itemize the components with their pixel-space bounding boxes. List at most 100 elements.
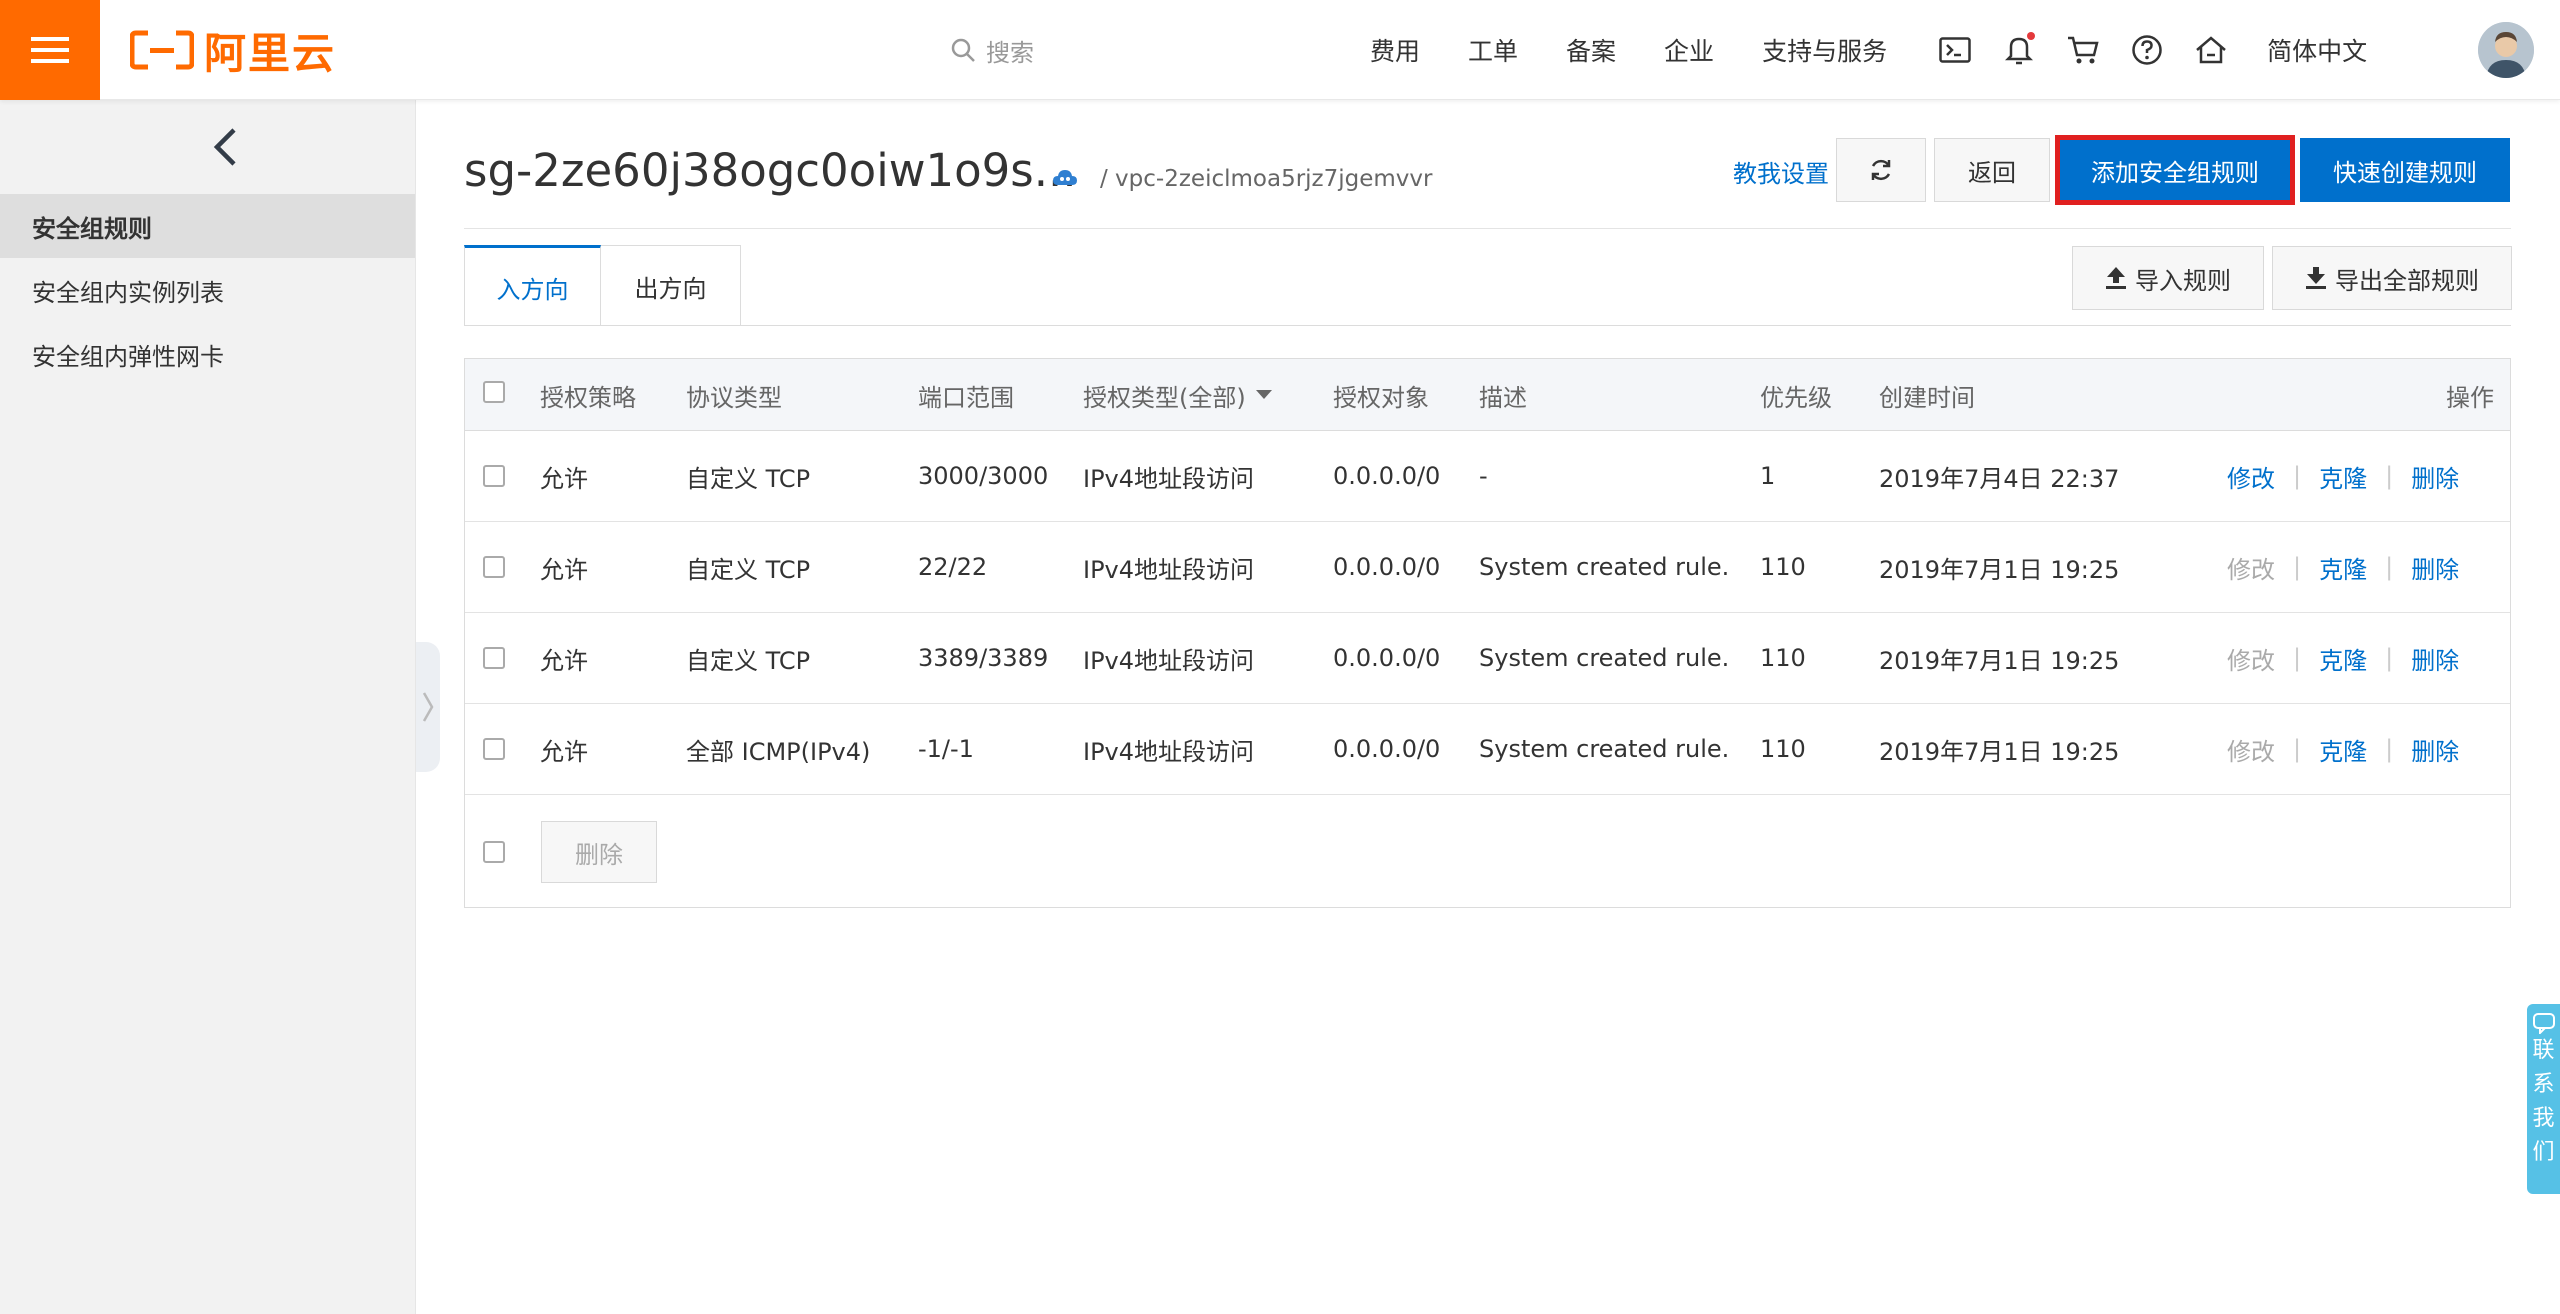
home-icon[interactable]	[2191, 30, 2231, 70]
notification-dot	[2027, 32, 2036, 40]
cell-priority: 110	[1760, 644, 1806, 672]
clone-link[interactable]: 克隆	[2319, 459, 2367, 494]
quick-create-rule-button[interactable]: 快速创建规则	[2300, 138, 2510, 202]
cart-icon[interactable]	[2063, 30, 2103, 70]
top-nav: 费用 工单 备案 企业 支持与服务 简体中文	[1370, 0, 2415, 100]
table-row: 允许 自定义 TCP 22/22 IPv4地址段访问 0.0.0.0/0 Sys…	[465, 522, 2510, 613]
action-separator: |	[2293, 735, 2302, 763]
contact-char: 们	[2532, 1140, 2555, 1165]
cell-description: System created rule.	[1479, 553, 1730, 581]
page-title: sg-2ze60j38ogc0oiw1o9s...	[464, 144, 1077, 197]
chevron-left-icon	[213, 128, 236, 166]
column-operations: 操作	[2446, 383, 2494, 412]
row-checkbox[interactable]	[483, 556, 505, 578]
back-button[interactable]: 返回	[1934, 138, 2050, 202]
edit-link: 修改	[2227, 555, 2275, 584]
add-security-rule-button[interactable]: 添加安全组规则	[2055, 135, 2295, 205]
table-row: 允许 自定义 TCP 3389/3389 IPv4地址段访问 0.0.0.0/0…	[465, 613, 2510, 704]
select-all-checkbox[interactable]	[483, 381, 505, 403]
contact-us-tab[interactable]: 联 系 我 们	[2527, 1004, 2560, 1194]
cell-description: System created rule.	[1479, 735, 1730, 763]
menu-icon[interactable]	[0, 0, 100, 100]
import-rules-button[interactable]: 导入规则	[2072, 246, 2264, 310]
clone-link[interactable]: 克隆	[2319, 550, 2367, 585]
nav-tickets[interactable]: 工单	[1468, 32, 1518, 68]
column-auth-type-filter[interactable]: 授权类型(全部)	[1083, 359, 1272, 431]
table-row: 允许 自定义 TCP 3000/3000 IPv4地址段访问 0.0.0.0/0…	[465, 431, 2510, 522]
select-all-footer-checkbox[interactable]	[483, 841, 505, 863]
vpc-breadcrumb[interactable]: / vpc-2zeiclmoa5rjz7jgemvvr	[1100, 166, 1432, 192]
nav-support[interactable]: 支持与服务	[1762, 32, 1887, 68]
sidebar-toggle-handle[interactable]	[416, 642, 440, 772]
nav-billing[interactable]: 费用	[1370, 32, 1420, 68]
cell-description: System created rule.	[1479, 644, 1730, 672]
cell-protocol: 自定义 TCP	[686, 464, 811, 493]
edit-link: 修改	[2227, 646, 2275, 675]
collapse-sidebar-button[interactable]	[200, 122, 250, 172]
search-box[interactable]: 搜索	[950, 30, 1034, 70]
delete-link[interactable]: 删除	[2411, 459, 2459, 494]
row-checkbox[interactable]	[483, 647, 505, 669]
column-description: 描述	[1479, 383, 1527, 412]
cell-description: -	[1479, 462, 1488, 490]
sidebar-item-eni[interactable]: 安全组内弹性网卡	[0, 322, 415, 386]
cell-auth-type: IPv4地址段访问	[1083, 646, 1255, 675]
tutorial-link[interactable]: 教我设置	[1733, 154, 1829, 189]
bulk-delete-button: 删除	[541, 821, 657, 883]
delete-link[interactable]: 删除	[2411, 732, 2459, 767]
top-bar: 阿里云 搜索 费用 工单 备案 企业 支持与服务 简体中文	[0, 0, 2560, 100]
row-actions: 修改 | 克隆 | 删除	[2227, 613, 2459, 703]
row-actions: 修改 | 克隆 | 删除	[2227, 522, 2459, 612]
help-icon[interactable]	[2127, 30, 2167, 70]
clone-link[interactable]: 克隆	[2319, 641, 2367, 676]
cell-port: 22/22	[918, 553, 988, 581]
logo-text: 阿里云	[204, 28, 337, 78]
export-rules-button[interactable]: 导出全部规则	[2272, 246, 2512, 310]
terminal-icon[interactable]	[1935, 30, 1975, 70]
action-separator: |	[2385, 553, 2394, 581]
refresh-button[interactable]	[1836, 138, 1926, 202]
action-separator: |	[2385, 462, 2394, 490]
cell-policy: 允许	[540, 464, 588, 493]
tab-inbound[interactable]: 入方向	[464, 245, 601, 326]
sidebar-item-rules[interactable]: 安全组规则	[0, 194, 415, 258]
cell-policy: 允许	[540, 555, 588, 584]
refresh-icon	[1871, 159, 1891, 181]
search-placeholder: 搜索	[986, 38, 1034, 67]
export-rules-label: 导出全部规则	[2335, 266, 2479, 295]
row-checkbox[interactable]	[483, 738, 505, 760]
action-separator: |	[2293, 553, 2302, 581]
row-actions: 修改 | 克隆 | 删除	[2227, 431, 2459, 521]
aliyun-logo[interactable]: 阿里云	[130, 26, 336, 78]
nav-enterprise[interactable]: 企业	[1664, 32, 1714, 68]
cell-auth-type: IPv4地址段访问	[1083, 464, 1255, 493]
edit-link[interactable]: 修改	[2227, 459, 2275, 494]
action-separator: |	[2293, 644, 2302, 672]
cell-port: 3000/3000	[918, 462, 1049, 490]
cell-created: 2019年7月1日 19:25	[1879, 646, 2120, 675]
chat-icon	[2532, 1013, 2555, 1034]
cell-protocol: 全部 ICMP(IPv4)	[686, 737, 871, 766]
column-target: 授权对象	[1333, 383, 1429, 412]
cell-priority: 1	[1760, 462, 1776, 490]
cell-port: 3389/3389	[918, 644, 1049, 672]
tab-outbound[interactable]: 出方向	[601, 245, 741, 326]
cell-auth-type: IPv4地址段访问	[1083, 737, 1255, 766]
avatar[interactable]	[2478, 22, 2534, 78]
cell-created: 2019年7月1日 19:25	[1879, 555, 2120, 584]
bell-icon[interactable]	[1999, 30, 2039, 70]
delete-link[interactable]: 删除	[2411, 550, 2459, 585]
nav-icp[interactable]: 备案	[1566, 32, 1616, 68]
delete-link[interactable]: 删除	[2411, 641, 2459, 676]
clone-link[interactable]: 克隆	[2319, 732, 2367, 767]
language-switch[interactable]: 简体中文	[2267, 32, 2367, 68]
chevron-right-icon	[422, 692, 434, 722]
row-checkbox[interactable]	[483, 465, 505, 487]
direction-tabs: 入方向 出方向	[464, 245, 741, 326]
contact-char: 我	[2532, 1106, 2555, 1131]
row-actions: 修改 | 克隆 | 删除	[2227, 704, 2459, 794]
table-row: 允许 全部 ICMP(IPv4) -1/-1 IPv4地址段访问 0.0.0.0…	[465, 704, 2510, 795]
sidebar-item-instances[interactable]: 安全组内实例列表	[0, 258, 415, 322]
cell-priority: 110	[1760, 553, 1806, 581]
contact-char: 联	[2532, 1038, 2555, 1063]
